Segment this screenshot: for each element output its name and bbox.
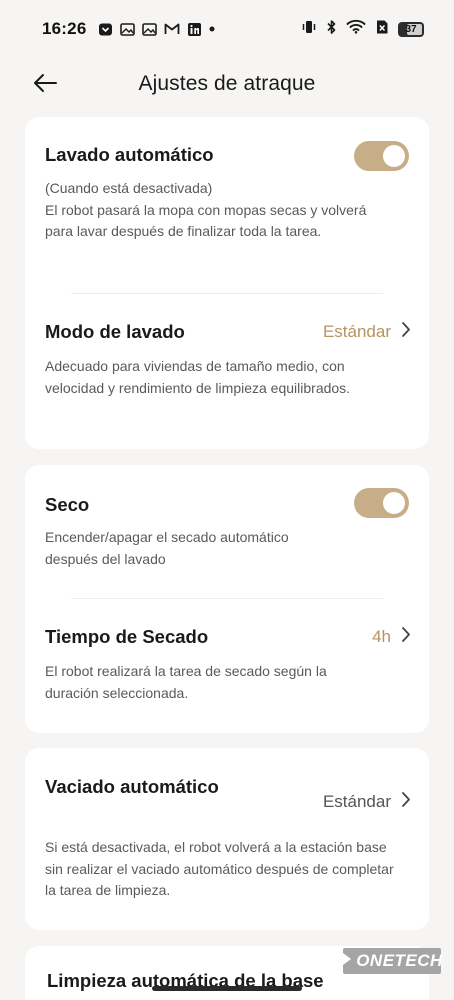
- toggle-knob: [383, 145, 405, 167]
- status-time: 16:26: [42, 19, 87, 38]
- auto-wash-desc-line2: El robot pasará la mopa con mopas secas …: [45, 201, 367, 240]
- watermark-text: ONETECH: [356, 951, 443, 970]
- dry-toggle[interactable]: [354, 488, 409, 518]
- home-indicator[interactable]: [152, 986, 302, 991]
- dry-time-value: 4h: [372, 627, 391, 646]
- settings-card-dry: Seco Encender/apagar el secado automátic…: [25, 465, 429, 733]
- settings-card-empty: Vaciado automático Estándar Si está desa…: [25, 748, 429, 930]
- auto-wash-description: (Cuando está desactivada) El robot pasar…: [45, 178, 395, 243]
- dry-description: Encender/apagar el secado automático des…: [45, 529, 289, 567]
- auto-wash-desc-line1: (Cuando está desactivada): [45, 180, 213, 196]
- battery-percent: 37: [405, 23, 417, 35]
- dry-time-value-link[interactable]: 4h: [372, 626, 411, 648]
- watermark: ONETECH: [341, 948, 443, 974]
- pocket-icon: [98, 22, 113, 37]
- auto-empty-title: Vaciado automático: [45, 776, 219, 797]
- dry-row: Seco Encender/apagar el secado automátic…: [25, 465, 429, 595]
- gmail-icon: [164, 22, 180, 36]
- wash-mode-value-link[interactable]: Estándar: [323, 321, 411, 343]
- dot-icon: [209, 26, 215, 32]
- header: Ajustes de atraque: [0, 58, 454, 114]
- auto-wash-toggle[interactable]: [354, 141, 409, 171]
- sim-off-icon: [375, 19, 389, 40]
- gallery-icon: [142, 22, 158, 37]
- status-bar: 16:26 37: [0, 0, 454, 58]
- linkedin-icon: [187, 22, 202, 37]
- screen: 16:26 37 Ajustes de atraque Lavado autom…: [0, 0, 454, 1000]
- chevron-right-icon: [401, 791, 411, 813]
- page-title: Ajustes de atraque: [138, 72, 316, 95]
- chevron-right-icon: [401, 626, 411, 648]
- auto-empty-row[interactable]: Vaciado automático Estándar Si está desa…: [25, 748, 429, 930]
- auto-wash-row: Lavado automático (Cuando está desactiva…: [25, 117, 429, 267]
- auto-empty-value-link[interactable]: Estándar: [323, 791, 411, 813]
- wifi-icon: [346, 19, 366, 39]
- settings-card-wash: Lavado automático (Cuando está desactiva…: [25, 117, 429, 449]
- dry-time-description: El robot realizará la tarea de secado se…: [45, 663, 327, 701]
- wash-mode-title: Modo de lavado: [45, 321, 185, 342]
- battery-icon: 37: [398, 21, 424, 37]
- auto-empty-value: Estándar: [322, 792, 391, 811]
- vibrate-icon: [301, 19, 317, 40]
- gallery-icon: [120, 22, 136, 37]
- system-status-icons: 37: [301, 19, 424, 40]
- dry-time-row[interactable]: Tiempo de Secado 4h El robot realizará l…: [25, 599, 429, 729]
- chevron-right-icon: [401, 321, 411, 343]
- notification-icons: [98, 22, 215, 37]
- wash-mode-row[interactable]: Modo de lavado Estándar Adecuado para vi…: [25, 294, 429, 424]
- wash-mode-description: Adecuado para viviendas de tamaño medio,…: [45, 358, 351, 396]
- watermark-logo-icon: [341, 952, 353, 971]
- toggle-knob: [383, 492, 405, 514]
- wash-mode-value: Estándar: [322, 322, 391, 341]
- auto-empty-description: Si está desactivada, el robot volverá a …: [45, 839, 394, 898]
- bluetooth-icon: [326, 19, 337, 40]
- dry-time-title: Tiempo de Secado: [45, 626, 209, 647]
- dry-title: Seco: [45, 494, 90, 515]
- auto-wash-title: Lavado automático: [45, 144, 214, 165]
